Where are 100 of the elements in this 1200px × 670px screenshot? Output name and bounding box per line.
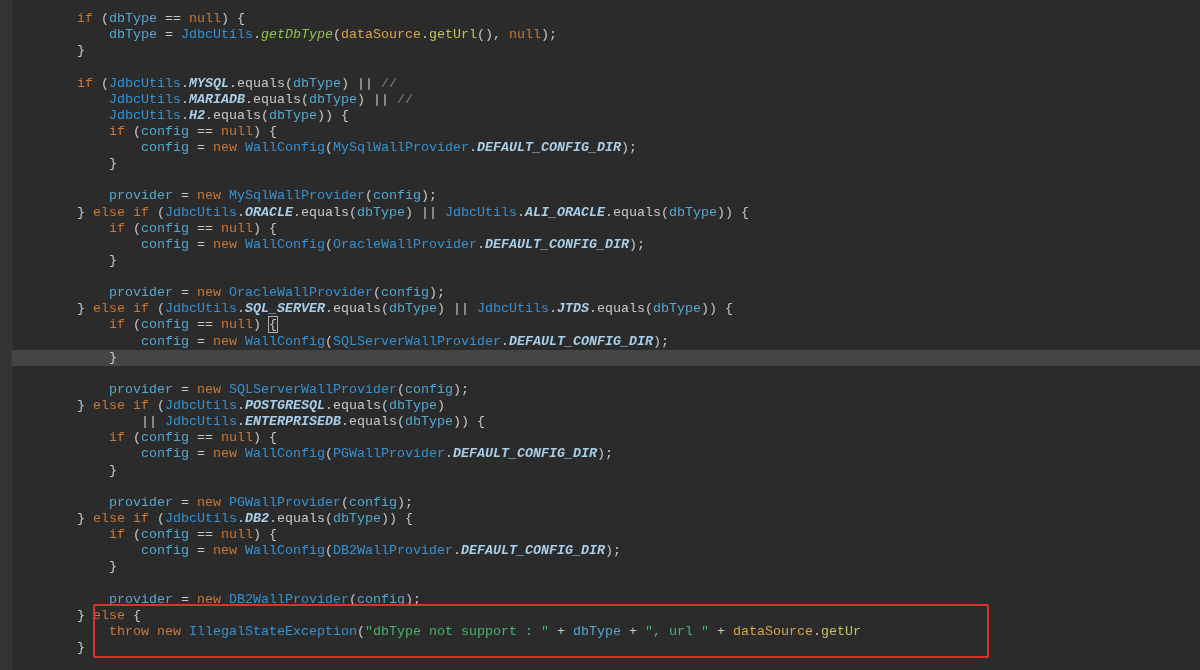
code-text: (: [131, 430, 141, 446]
code-text: =: [179, 285, 190, 301]
code-class-name: JdbcUtils: [107, 107, 181, 123]
code-constant: DEFAULT_CONFIG_DIR: [476, 140, 621, 155]
code-keyword: new: [212, 543, 238, 559]
code-keyword: else if: [93, 301, 149, 317]
code-text: (: [155, 510, 165, 526]
code-class-name: JdbcUtils: [180, 27, 253, 43]
code-variable: dbType: [292, 75, 341, 91]
code-keyword: new: [212, 236, 238, 252]
code-text: .: [180, 91, 189, 107]
code-keyword: else if: [93, 204, 149, 220]
code-keyword: else if: [93, 398, 149, 413]
code-string: ", url ": [644, 623, 709, 639]
code-keyword: if: [76, 11, 93, 26]
code-variable: dbType: [572, 623, 621, 639]
code-constant: DEFAULT_CONFIG_DIR: [452, 446, 597, 462]
code-keyword: if: [107, 123, 125, 139]
code-variable: dbType: [388, 301, 437, 317]
code-text: .: [500, 333, 509, 349]
code-variable: config: [356, 591, 405, 607]
code-keyword: new: [212, 446, 238, 462]
code-keyword: new: [212, 140, 238, 155]
code-text: ) ||: [404, 204, 438, 220]
code-text: (: [131, 317, 141, 333]
code-keyword: throw new: [107, 623, 182, 639]
code-text: (: [155, 398, 165, 413]
code-text: (: [99, 11, 109, 26]
code-text: (),: [476, 27, 502, 43]
code-constant: SQL_SERVER: [244, 301, 325, 317]
code-variable: provider: [107, 381, 173, 397]
code-text: ) {: [221, 11, 245, 26]
code-keyword: null: [221, 123, 253, 139]
code-variable: provider: [107, 494, 173, 510]
code-keyword: new: [212, 333, 238, 349]
code-text: (: [324, 236, 333, 252]
code-class-name: WallConfig: [244, 333, 325, 349]
code-text: =: [179, 188, 190, 204]
code-class-name: IllegalStateException: [188, 623, 357, 639]
code-class-name: PGWallProvider: [332, 446, 445, 462]
code-constant: DEFAULT_CONFIG_DIR: [508, 333, 653, 349]
code-class-name: SQLServerWallProvider: [228, 381, 397, 397]
code-variable: config: [141, 430, 189, 446]
code-text: ) {: [253, 430, 277, 446]
code-text: .equals(: [324, 301, 389, 317]
code-keyword: if: [107, 527, 125, 542]
code-text: (: [324, 543, 333, 559]
code-text: .: [548, 301, 557, 317]
code-text: }: [76, 510, 86, 526]
code-text: ==: [163, 11, 182, 26]
code-text: }: [76, 43, 85, 59]
code-variable: provider: [107, 285, 173, 301]
code-text: +: [627, 623, 638, 639]
code-text: ||: [139, 414, 158, 430]
code-text: (: [372, 285, 381, 301]
code-method: getUr: [820, 623, 861, 639]
code-constant: MYSQL: [188, 75, 229, 91]
code-variable: config: [348, 494, 397, 510]
code-variable: config: [141, 220, 189, 236]
code-variable: dbType: [356, 204, 405, 220]
code-text: =: [163, 27, 174, 43]
code-variable: provider: [107, 591, 173, 607]
code-variable: dbType: [107, 27, 157, 43]
code-string: "dbType not support : ": [364, 623, 549, 639]
code-text: (: [324, 333, 333, 349]
code-text: =: [195, 140, 206, 155]
code-text: )) {: [452, 414, 485, 430]
code-class-name: JdbcUtils: [107, 91, 181, 107]
code-class-name: JdbcUtils: [476, 301, 549, 317]
code-text: );: [540, 27, 557, 43]
code-keyword: if: [107, 317, 125, 333]
code-text: ) ||: [436, 301, 470, 317]
code-variable: config: [372, 188, 421, 204]
code-class-name: DB2WallProvider: [228, 591, 349, 607]
code-text: ) {: [253, 527, 277, 542]
code-text: ): [253, 317, 262, 333]
code-text: }: [76, 639, 85, 655]
code-text: ) ||: [356, 91, 390, 107]
code-text: )) {: [380, 510, 413, 526]
code-text: .equals(: [588, 301, 653, 317]
code-variable: config: [139, 446, 189, 462]
code-text: .: [476, 236, 485, 252]
code-method: getDbType: [260, 27, 333, 43]
code-text: .: [420, 27, 429, 43]
code-constant: DEFAULT_CONFIG_DIR: [484, 236, 629, 252]
code-class-name: OracleWallProvider: [228, 285, 373, 301]
code-class-name: WallConfig: [244, 236, 325, 252]
code-class-name: JdbcUtils: [165, 510, 237, 526]
code-text: ==: [195, 430, 214, 446]
code-comment: //: [396, 91, 413, 107]
code-variable: dbType: [404, 414, 453, 430]
code-text: .equals(: [268, 510, 333, 526]
code-variable: dataSource: [732, 623, 813, 639]
code-text: }: [107, 156, 117, 172]
code-text: (: [131, 220, 141, 236]
code-text: }: [107, 462, 117, 478]
code-keyword: null: [221, 430, 253, 446]
code-text: .: [236, 301, 245, 317]
code-keyword: null: [221, 317, 253, 333]
code-text: }: [76, 204, 86, 220]
